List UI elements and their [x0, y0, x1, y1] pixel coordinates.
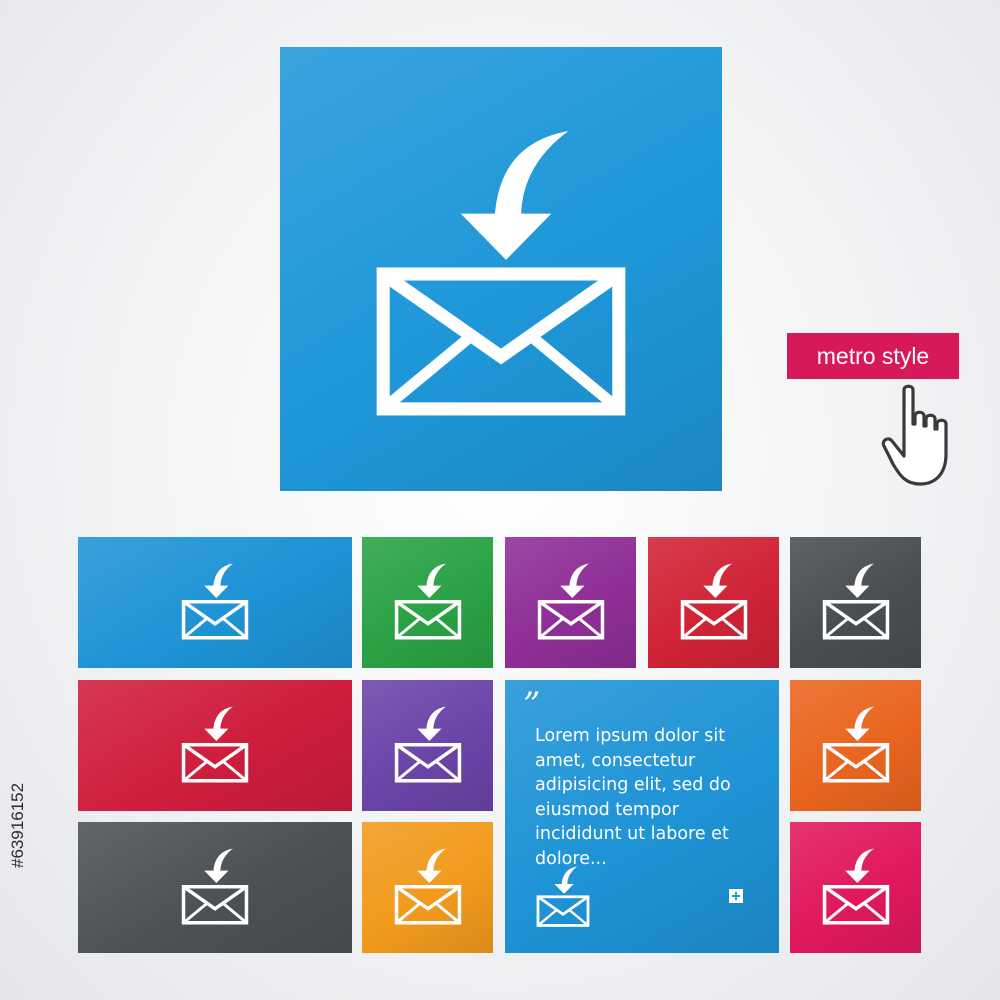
tile-crimson-wide[interactable]: [78, 680, 352, 811]
tile-pink[interactable]: [790, 822, 921, 953]
mail-incoming-icon: [535, 866, 591, 928]
mail-incoming-icon: [370, 129, 632, 421]
mail-incoming-icon: [392, 563, 464, 641]
text-tile[interactable]: ” Lorem ipsum dolor sit amet, consectetu…: [505, 680, 779, 953]
plus-icon[interactable]: [729, 889, 743, 903]
metro-style-badge[interactable]: metro style: [787, 333, 959, 379]
mail-incoming-icon: [678, 563, 750, 641]
mail-incoming-icon: [392, 706, 464, 784]
tile-dark-gray[interactable]: [790, 537, 921, 668]
mail-incoming-icon: [820, 706, 892, 784]
stock-id-label: #63916152: [8, 782, 27, 868]
tile-red[interactable]: [648, 537, 779, 668]
tile-amber[interactable]: [362, 822, 493, 953]
mail-incoming-icon: [535, 563, 607, 641]
tile-purple[interactable]: [505, 537, 636, 668]
tile-violet[interactable]: [362, 680, 493, 811]
mail-incoming-icon: [820, 848, 892, 926]
tile-gray-wide[interactable]: [78, 822, 352, 953]
tile-blue-wide[interactable]: [78, 537, 352, 668]
mail-incoming-icon: [179, 848, 251, 926]
mail-incoming-icon: [179, 563, 251, 641]
tile-orange[interactable]: [790, 680, 921, 811]
mail-incoming-icon: [820, 563, 892, 641]
mail-incoming-icon: [392, 848, 464, 926]
hand-pointer-icon: [881, 384, 948, 486]
tile-green[interactable]: [362, 537, 493, 668]
main-mail-tile: [280, 47, 722, 491]
lorem-text: Lorem ipsum dolor sit amet, consectetur …: [535, 726, 731, 869]
mail-incoming-icon: [179, 706, 251, 784]
quote-icon: ”: [523, 685, 541, 725]
